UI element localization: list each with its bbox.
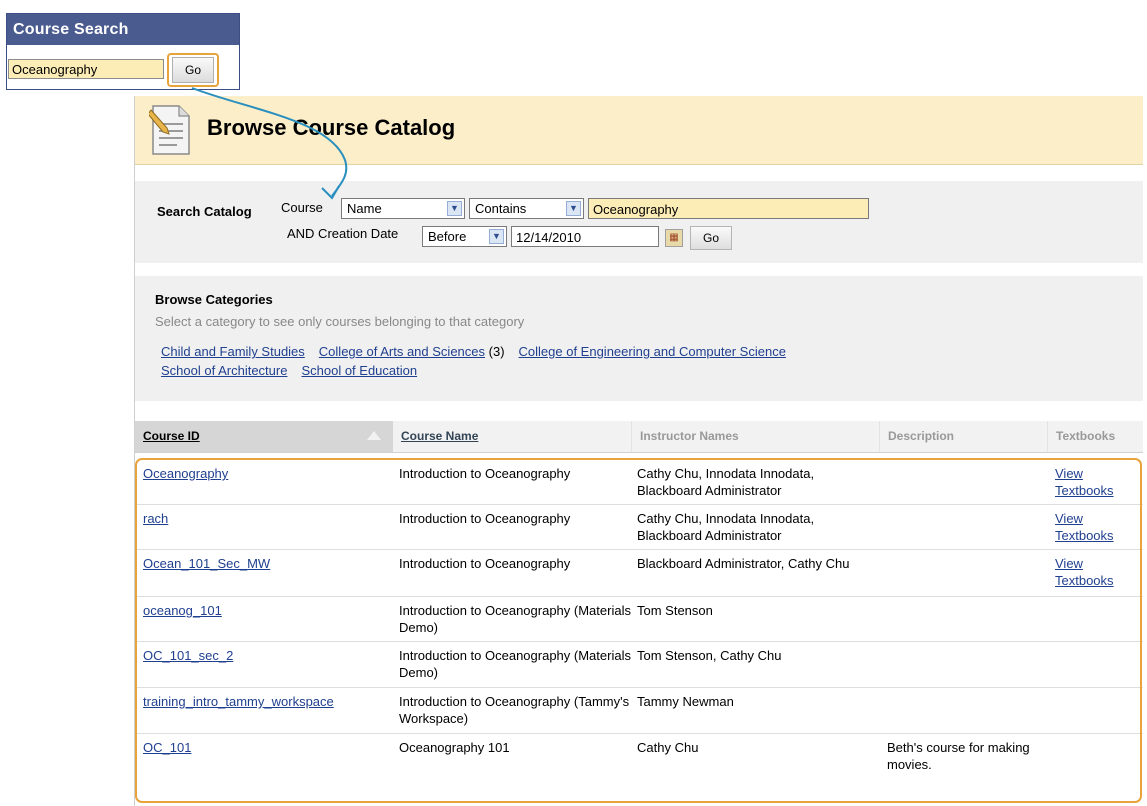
course-id-link[interactable]: OC_101 xyxy=(143,739,387,756)
operator-select-value: Contains xyxy=(475,201,527,216)
course-name: Introduction to Oceanography (Tammy's Wo… xyxy=(399,694,630,726)
instructor-names: Blackboard Administrator, Cathy Chu xyxy=(637,556,850,571)
field-select-value: Name xyxy=(347,201,382,216)
browse-categories-area: Browse Categories Select a category to s… xyxy=(135,276,1143,401)
course-id-link[interactable]: rach xyxy=(143,510,387,527)
chevron-down-icon: ▼ xyxy=(566,201,581,216)
instructor-names: Tammy Newman xyxy=(637,694,734,709)
course-name: Introduction to Oceanography xyxy=(399,556,571,571)
table-row: OC_101 Oceanography 101 Cathy Chu Beth's… xyxy=(135,733,1143,799)
instructor-names: Cathy Chu, Innodata Innodata, Blackboard… xyxy=(637,466,815,498)
view-textbooks-link[interactable]: View Textbooks xyxy=(1055,465,1135,499)
instructor-names: Cathy Chu xyxy=(637,740,699,755)
search-catalog-label: Search Catalog xyxy=(157,204,252,219)
category-link[interactable]: Child and Family Studies xyxy=(161,344,305,359)
course-id-link[interactable]: Ocean_101_Sec_MW xyxy=(143,555,387,572)
category-link[interactable]: College of Engineering and Computer Scie… xyxy=(519,344,786,359)
page-title: Browse Course Catalog xyxy=(207,115,456,140)
course-id-link[interactable]: Oceanography xyxy=(143,465,387,482)
calendar-icon[interactable]: ▦ xyxy=(665,229,683,247)
course-name: Oceanography 101 xyxy=(399,740,510,755)
category-link[interactable]: School of Architecture xyxy=(161,363,287,378)
column-header-textbooks: Textbooks xyxy=(1047,421,1143,452)
category-link[interactable]: School of Education xyxy=(301,363,417,378)
date-operator-select[interactable]: Before ▼ xyxy=(422,226,507,247)
table-row: OC_101_sec_2 Introduction to Oceanograph… xyxy=(135,641,1143,688)
table-row: oceanog_101 Introduction to Oceanography… xyxy=(135,596,1143,642)
category-row-2: School of Architecture School of Educatio… xyxy=(161,363,417,378)
chevron-down-icon: ▼ xyxy=(489,229,504,244)
column-header-course-id[interactable]: Course ID xyxy=(135,421,393,452)
instructor-names: Tom Stenson, Cathy Chu xyxy=(637,648,782,663)
view-textbooks-link[interactable]: View Textbooks xyxy=(1055,510,1135,544)
course-search-input[interactable] xyxy=(8,59,164,79)
table-header: Course ID Course Name Instructor Names D… xyxy=(135,421,1143,453)
course-id-link[interactable]: oceanog_101 xyxy=(143,602,387,619)
course-name: Introduction to Oceanography xyxy=(399,511,571,526)
description: Beth's course for making movies. xyxy=(887,740,1030,772)
chevron-down-icon: ▼ xyxy=(447,201,462,216)
field-select[interactable]: Name ▼ xyxy=(341,198,465,219)
course-name: Introduction to Oceanography (Materials … xyxy=(399,603,631,635)
browse-catalog-panel: Browse Course Catalog Search Catalog Cou… xyxy=(134,96,1143,806)
category-row-1: Child and Family Studies College of Arts … xyxy=(161,344,786,359)
course-name: Introduction to Oceanography xyxy=(399,466,571,481)
column-header-instructor-names: Instructor Names xyxy=(631,421,879,452)
column-header-course-name[interactable]: Course Name xyxy=(393,421,631,452)
browse-categories-title: Browse Categories xyxy=(155,292,273,307)
instructor-names: Cathy Chu, Innodata Innodata, Blackboard… xyxy=(637,511,815,543)
browse-categories-subtitle: Select a category to see only courses be… xyxy=(155,314,525,329)
table-row: rach Introduction to Oceanography Cathy … xyxy=(135,504,1143,550)
query-input[interactable] xyxy=(588,198,869,219)
course-name: Introduction to Oceanography (Materials … xyxy=(399,648,631,680)
operator-select[interactable]: Contains ▼ xyxy=(469,198,584,219)
creation-date-label: AND Creation Date xyxy=(287,226,399,241)
search-go-button[interactable]: Go xyxy=(690,226,732,250)
category-link[interactable]: College of Arts and Sciences xyxy=(319,344,485,359)
course-id-link[interactable]: training_intro_tammy_workspace xyxy=(143,693,387,710)
document-icon xyxy=(149,105,190,155)
category-count: (3) xyxy=(488,344,505,359)
column-header-description: Description xyxy=(879,421,1047,452)
view-textbooks-link[interactable]: View Textbooks xyxy=(1055,555,1135,589)
course-id-link[interactable]: OC_101_sec_2 xyxy=(143,647,387,664)
course-search-title: Course Search xyxy=(7,14,239,45)
date-input[interactable] xyxy=(511,226,659,247)
go-button-highlight xyxy=(167,53,219,87)
table-row: Oceanography Introduction to Oceanograph… xyxy=(135,459,1143,505)
table-row: training_intro_tammy_workspace Introduct… xyxy=(135,687,1143,734)
date-operator-value: Before xyxy=(428,229,467,244)
search-catalog-area: Search Catalog Course Name ▼ Contains ▼ … xyxy=(135,181,1143,263)
sort-ascending-icon xyxy=(367,431,381,440)
title-bar: Browse Course Catalog xyxy=(135,96,1143,165)
course-field-label: Course xyxy=(281,200,323,215)
table-row: Ocean_101_Sec_MW Introduction to Oceanog… xyxy=(135,549,1143,597)
instructor-names: Tom Stenson xyxy=(637,603,713,618)
